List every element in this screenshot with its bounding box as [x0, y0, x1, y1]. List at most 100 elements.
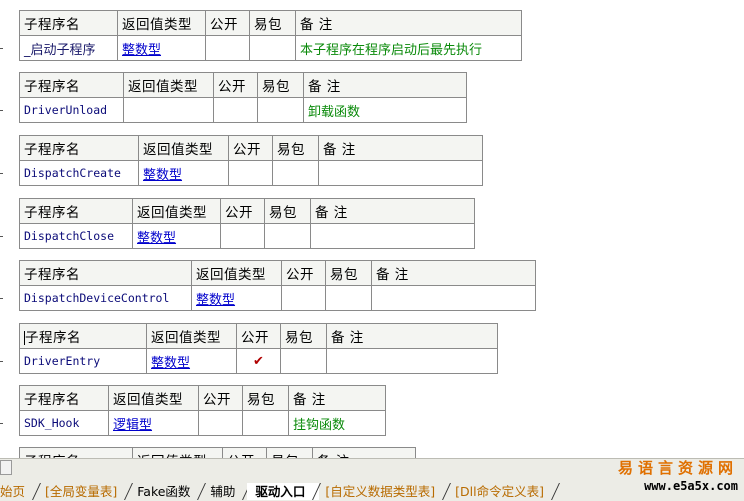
header-public: 公开 — [236, 323, 281, 349]
subroutine-table-partial: 子程序名 返回值类型 公开 易包 备 注 — [19, 447, 416, 458]
tab-fake-functions[interactable]: Fake函数 — [129, 483, 204, 500]
horizontal-scrollbar[interactable] — [0, 460, 12, 475]
header-public: 公开 — [220, 198, 265, 224]
subroutine-table: 子程序名 返回值类型 公开 易包 备 注 DriverEntry 整数型 ✔ — [19, 323, 498, 374]
subroutine-table: 子程序名 返回值类型 公开 易包 备 注 DispatchDeviceContr… — [19, 260, 536, 311]
header-easy-pack: 易包 — [257, 72, 304, 98]
header-easy-pack: 易包 — [325, 260, 372, 286]
note-cell[interactable]: 挂钩函数 — [288, 410, 386, 436]
easy-pack-cell[interactable] — [264, 223, 311, 249]
header-return-type: 返回值类型 — [132, 447, 223, 458]
subroutine-table: 子程序名 返回值类型 公开 易包 备 注 SDK_Hook 逻辑型 挂钩函数 — [19, 385, 386, 436]
tab-start-page[interactable]: 始页 — [0, 483, 39, 500]
header-return-type: 返回值类型 — [108, 385, 199, 411]
note-cell[interactable] — [326, 348, 498, 374]
header-return-type: 返回值类型 — [123, 72, 214, 98]
return-type-value[interactable]: 整数型 — [138, 160, 229, 186]
header-easy-pack: 易包 — [272, 135, 319, 161]
public-cell[interactable] — [198, 410, 243, 436]
header-note: 备 注 — [295, 10, 522, 36]
header-easy-pack: 易包 — [266, 447, 313, 458]
subroutine-table: 子程序名 返回值类型 公开 易包 备 注 _启动子程序 整数型 本子程序在程序启… — [19, 10, 522, 61]
header-name: 子程序名 — [19, 198, 133, 224]
site-watermark: 易语言资源网 www.e5a5x.com — [617, 459, 738, 493]
public-cell[interactable] — [281, 285, 326, 311]
watermark-url: www.e5a5x.com — [644, 479, 738, 493]
subroutine-table: 子程序名 返回值类型 公开 易包 备 注 DispatchClose 整数型 — [19, 198, 475, 249]
subroutine-table: 子程序名 返回值类型 公开 易包 备 注 DriverUnload 卸载函数 — [19, 72, 467, 123]
header-note: 备 注 — [312, 447, 416, 458]
header-public: 公开 — [222, 447, 267, 458]
header-return-type: 返回值类型 — [138, 135, 229, 161]
easy-pack-cell[interactable] — [272, 160, 319, 186]
header-name: 子程序名 — [19, 72, 124, 98]
subroutine-name[interactable]: DriverEntry — [19, 348, 147, 374]
return-type-value[interactable]: 整数型 — [117, 35, 206, 61]
public-cell[interactable] — [220, 223, 265, 249]
header-public: 公开 — [213, 72, 258, 98]
tab-strip: 始页 [全局变量表] Fake函数 辅助 驱动入口 [自定义数据类型表] [Dl… — [0, 483, 552, 500]
gutter-mark — [0, 298, 3, 299]
return-type-value[interactable]: 整数型 — [132, 223, 221, 249]
code-editor[interactable]: 子程序名 返回值类型 公开 易包 备 注 _启动子程序 整数型 本子程序在程序启… — [0, 0, 744, 458]
public-check-icon[interactable]: ✔ — [236, 348, 281, 374]
header-name: 子程序名 — [19, 323, 147, 349]
subroutine-name[interactable]: DispatchDeviceControl — [19, 285, 192, 311]
gutter-mark — [0, 361, 3, 362]
header-note: 备 注 — [371, 260, 536, 286]
header-public: 公开 — [198, 385, 243, 411]
public-cell[interactable] — [228, 160, 273, 186]
header-return-type: 返回值类型 — [117, 10, 206, 36]
header-public: 公开 — [281, 260, 326, 286]
header-note: 备 注 — [310, 198, 475, 224]
header-note: 备 注 — [303, 72, 467, 98]
header-easy-pack: 易包 — [249, 10, 296, 36]
tab-global-variables[interactable]: [全局变量表] — [37, 483, 131, 500]
tab-custom-data-types[interactable]: [自定义数据类型表] — [317, 483, 449, 500]
tab-helper[interactable]: 辅助 — [202, 483, 249, 500]
note-cell[interactable] — [310, 223, 475, 249]
note-cell[interactable] — [371, 285, 536, 311]
gutter-mark — [0, 110, 3, 111]
return-type-value[interactable]: 逻辑型 — [108, 410, 199, 436]
header-note: 备 注 — [288, 385, 386, 411]
return-type-value[interactable]: 整数型 — [146, 348, 237, 374]
header-easy-pack: 易包 — [280, 323, 327, 349]
header-return-type: 返回值类型 — [146, 323, 237, 349]
gutter-mark — [0, 173, 3, 174]
header-note: 备 注 — [318, 135, 483, 161]
easy-pack-cell[interactable] — [280, 348, 327, 374]
note-cell[interactable]: 卸载函数 — [303, 97, 467, 123]
header-name-label: 子程序名 — [25, 330, 81, 346]
subroutine-name[interactable]: _启动子程序 — [19, 35, 118, 61]
easy-pack-cell[interactable] — [242, 410, 289, 436]
tab-dll-commands[interactable]: [Dll命令定义表] — [447, 483, 558, 500]
public-cell[interactable] — [213, 97, 258, 123]
header-name: 子程序名 — [19, 10, 118, 36]
note-cell[interactable]: 本子程序在程序启动后最先执行 — [295, 35, 522, 61]
public-cell[interactable] — [205, 35, 250, 61]
watermark-site-name: 易语言资源网 — [617, 459, 738, 477]
return-type-value[interactable] — [123, 97, 214, 123]
header-easy-pack: 易包 — [264, 198, 311, 224]
header-note: 备 注 — [326, 323, 498, 349]
easy-pack-cell[interactable] — [257, 97, 304, 123]
header-name: 子程序名 — [19, 385, 109, 411]
subroutine-name[interactable]: DriverUnload — [19, 97, 124, 123]
subroutine-name[interactable]: SDK_Hook — [19, 410, 109, 436]
header-name: 子程序名 — [19, 135, 139, 161]
header-name: 子程序名 — [19, 447, 133, 458]
header-return-type: 返回值类型 — [132, 198, 221, 224]
easy-pack-cell[interactable] — [325, 285, 372, 311]
header-public: 公开 — [205, 10, 250, 36]
subroutine-name[interactable]: DispatchCreate — [19, 160, 139, 186]
header-easy-pack: 易包 — [242, 385, 289, 411]
tab-driver-entry[interactable]: 驱动入口 — [247, 483, 320, 500]
note-cell[interactable] — [318, 160, 483, 186]
header-name: 子程序名 — [19, 260, 192, 286]
gutter-mark — [0, 236, 3, 237]
easy-pack-cell[interactable] — [249, 35, 296, 61]
return-type-value[interactable]: 整数型 — [191, 285, 282, 311]
subroutine-name[interactable]: DispatchClose — [19, 223, 133, 249]
header-public: 公开 — [228, 135, 273, 161]
